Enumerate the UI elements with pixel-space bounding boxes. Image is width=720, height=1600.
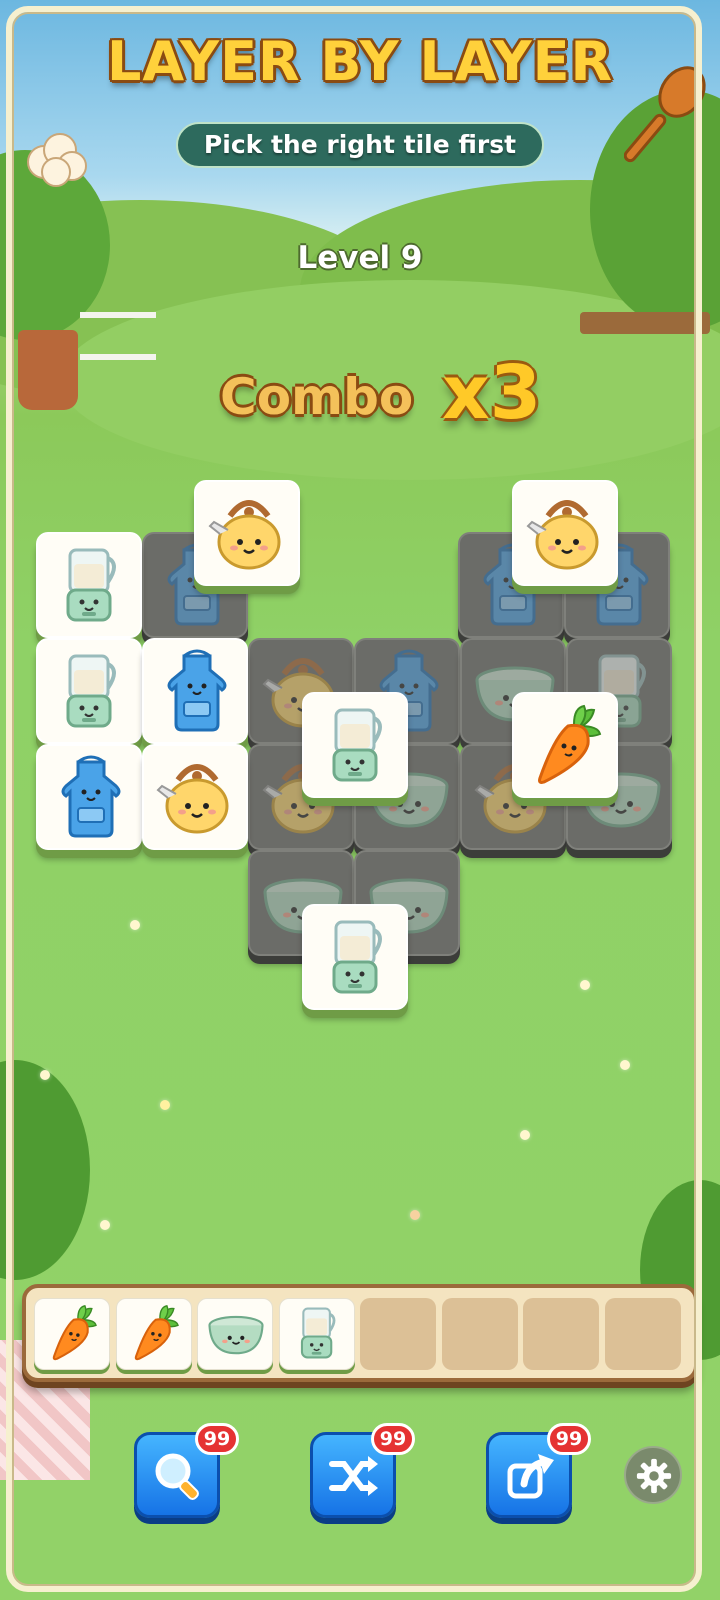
fence (80, 312, 156, 360)
blender-icon (66, 654, 116, 728)
flower-pot (18, 330, 78, 410)
tray-slot-empty (441, 1298, 518, 1370)
tile-kettle[interactable] (142, 744, 248, 850)
tile-blender[interactable] (302, 904, 408, 1010)
tray-slot-bowl (197, 1298, 273, 1370)
carrot-icon (538, 704, 602, 784)
undo-arrow-icon (507, 1454, 554, 1499)
game-screen: LAYER BY LAYER Pick the right tile first… (0, 0, 720, 1600)
blender-icon (300, 1307, 335, 1359)
tile-apron[interactable] (36, 744, 142, 850)
settings-button[interactable] (624, 1446, 682, 1504)
undo-button[interactable]: 99 (486, 1423, 591, 1518)
undo-count-badge: 99 (547, 1423, 591, 1455)
combo-multiplier: x3 (442, 350, 542, 436)
tile-carrot[interactable] (512, 692, 618, 798)
tile-blender[interactable] (36, 638, 142, 744)
tile-tray (22, 1284, 698, 1382)
tray-slot-empty (604, 1298, 681, 1370)
blender-icon (332, 920, 382, 994)
tray-slot-empty (360, 1298, 436, 1370)
tile-kettle[interactable] (512, 480, 618, 586)
kettle-icon (526, 500, 599, 570)
blender-icon (66, 548, 116, 622)
kettle-icon (156, 764, 229, 834)
shuffle-count-badge: 99 (371, 1423, 415, 1455)
magnifier-icon (155, 1453, 199, 1500)
apron-icon (167, 649, 227, 732)
tray-slot-carrot (115, 1298, 192, 1370)
bush-bottom-left (0, 1060, 90, 1280)
combo-label: Combo (220, 368, 414, 426)
gear-icon (636, 1458, 672, 1494)
tray-slot-blender (278, 1298, 355, 1370)
apron-icon (61, 755, 121, 838)
hint-count-badge: 99 (195, 1423, 239, 1455)
bowl-icon (208, 1315, 264, 1355)
tile-blender[interactable] (36, 532, 142, 638)
level-label: Level 9 (297, 240, 423, 276)
subtitle-banner: Pick the right tile first (176, 122, 544, 168)
wooden-table (580, 312, 710, 334)
carrot-icon (134, 1304, 179, 1361)
tile-kettle[interactable] (194, 480, 300, 586)
tile-apron[interactable] (142, 638, 248, 744)
blender-icon (332, 708, 382, 782)
shuffle-icon (329, 1456, 378, 1496)
tray-slot-carrot (34, 1298, 110, 1370)
tile-blender[interactable] (302, 692, 408, 798)
carrot-icon (52, 1304, 97, 1361)
game-title: LAYER BY LAYER (106, 30, 614, 93)
shuffle-button[interactable]: 99 (310, 1423, 415, 1518)
cloud-icon (27, 133, 87, 187)
tray-slot-empty (523, 1298, 599, 1370)
hint-button[interactable]: 99 (134, 1423, 239, 1518)
kettle-icon (208, 500, 281, 570)
